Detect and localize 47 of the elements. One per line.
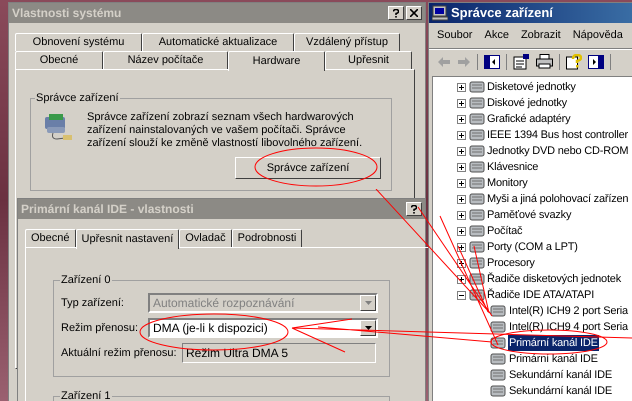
tab[interactable]: Upřesnit nastavení <box>76 229 180 249</box>
tree-item[interactable]: Myši a jiná polohovací zařízen <box>487 190 628 208</box>
tree-item[interactable]: Sekundární kanál IDE <box>508 382 614 400</box>
tree-item[interactable]: Porty (COM a LPT) <box>487 238 578 256</box>
tree-item[interactable]: Grafické adaptéry <box>487 110 570 128</box>
tree-item[interactable]: Sekundární kanál IDE <box>508 366 614 384</box>
tab[interactable]: Obnovení systému <box>15 33 142 51</box>
tree-item[interactable]: Řadiče disketových jednotek <box>487 270 622 288</box>
group-title: Zařízení 1 <box>60 389 112 401</box>
tab[interactable]: Podrobnosti <box>232 229 302 247</box>
tree-item[interactable]: Intel(R) ICH9 4 port Seria <box>508 318 629 336</box>
dropdown[interactable]: DMA (je-li k dispozici) <box>148 318 378 338</box>
tree-item[interactable]: Počítač <box>487 222 522 240</box>
tab[interactable]: Obecné <box>25 229 76 247</box>
tree-item[interactable]: Disketové jednotky <box>487 78 576 96</box>
window-title: Primární kanál IDE - vlastnosti <box>21 201 194 218</box>
tab[interactable]: Hardware <box>228 51 325 71</box>
window-title: Vlastnosti systému <box>12 5 122 22</box>
menu-item[interactable]: Zobrazit <box>516 27 566 44</box>
menu-item[interactable]: Akce <box>479 27 514 44</box>
device-manager-button[interactable]: Správce zařízení <box>235 157 381 179</box>
tree-item[interactable]: Klávesnice <box>487 158 538 176</box>
tree-item[interactable]: Diskové jednotky <box>487 94 567 112</box>
tab[interactable]: Vzdálený přístup <box>294 33 400 51</box>
tree-item[interactable]: Procesory <box>487 254 535 272</box>
tree-item[interactable]: Primární kanál IDE <box>508 334 599 352</box>
menu-item[interactable]: Nápověda <box>568 27 628 44</box>
tree-item[interactable]: Paměťové svazky <box>487 206 572 224</box>
tree-item[interactable]: Primární kanál IDE <box>508 350 599 368</box>
window-title: Správce zařízení <box>451 4 553 22</box>
tab[interactable]: Název počítače <box>103 51 228 69</box>
tab[interactable]: Ovladač <box>179 229 232 247</box>
tab[interactable]: Automatické aktualizace <box>142 33 294 51</box>
tree-item[interactable]: Monitory <box>487 174 528 192</box>
tree-item[interactable]: Řadiče IDE ATA/ATAPI <box>487 286 594 304</box>
menu-item[interactable]: Soubor <box>432 27 478 44</box>
group-title: Správce zařízení <box>35 91 120 105</box>
tree-item[interactable]: Intel(R) ICH9 2 port Seria <box>508 302 629 320</box>
tree-item[interactable]: Jednotky DVD nebo CD-ROM <box>487 142 628 160</box>
field-label: Aktuální režim přenosu: <box>61 346 178 361</box>
tab[interactable]: Upřesnit <box>325 51 412 69</box>
readonly-field: Režim Ultra DMA 5 <box>182 343 376 363</box>
field-label: Režim přenosu: <box>61 320 140 336</box>
field-label: Typ zařízení: <box>61 296 125 311</box>
tree-item[interactable]: IEEE 1394 Bus host controller <box>487 126 628 144</box>
tab[interactable]: Obecné <box>15 51 103 69</box>
description-text: Správce zařízení zobrazí seznam všech hardwarových zařízení nainstalovaných ve vašem počítači. Správce zařízení slouží ke změně vlastností libovolného zařízení. <box>87 111 364 150</box>
